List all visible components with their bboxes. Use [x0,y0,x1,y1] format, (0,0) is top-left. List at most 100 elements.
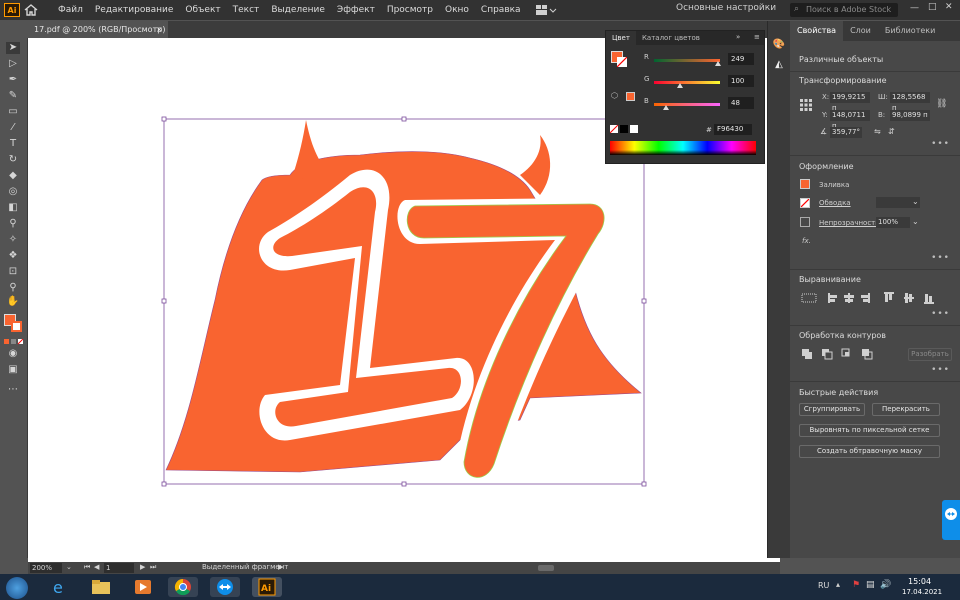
first-artboard-icon[interactable]: ⏮ [84,563,90,572]
slider-red[interactable]: R 249 [644,53,754,67]
start-button-icon[interactable] [6,577,28,599]
pathfinder-buttons[interactable] [800,347,880,361]
collapse-panel-icon[interactable]: » [736,33,740,41]
free-transform-tool-icon[interactable]: ◧ [6,202,20,214]
prev-artboard-icon[interactable]: ◀ [94,563,99,571]
menu-view[interactable]: Просмотр [381,5,439,15]
track-r[interactable] [654,59,720,62]
brush-tool-icon[interactable]: ⁄ [6,122,20,134]
color-panel-icon[interactable]: 🎨 [771,39,787,53]
chrome-icon[interactable] [168,577,198,597]
warp-tool-icon[interactable]: ◎ [6,186,20,198]
artboard-field[interactable]: 1 [104,563,134,573]
eraser-tool-icon[interactable]: ◆ [6,170,20,182]
menu-file[interactable]: Файл [52,5,89,15]
constrain-proportions-icon[interactable]: ⛓ [936,99,947,109]
color-guide-icon[interactable]: ◭ [771,59,787,73]
thumb-g[interactable] [676,83,683,88]
group-button[interactable]: Сгруппировать [799,403,865,416]
align-more-icon[interactable]: ••• [931,309,950,319]
stock-search-input[interactable]: Поиск в Adobe Stock [790,3,898,17]
opacity-field[interactable]: 100% [876,217,910,228]
menu-edit[interactable]: Редактирование [89,5,180,15]
slider-blue[interactable]: B 48 [644,97,754,111]
panel-stroke-swatch[interactable] [616,56,628,68]
selection-tool-icon[interactable]: ➤ [6,42,20,54]
hex-input[interactable]: F96430 [714,124,752,135]
tab-color[interactable]: Цвет [606,31,636,45]
menu-help[interactable]: Справка [475,5,527,15]
home-icon[interactable] [24,4,38,16]
panel-menu-icon[interactable]: ≡ [754,33,760,41]
horizontal-scrollbar-thumb[interactable] [538,565,554,571]
out-of-gamut-icon[interactable]: ⬡ [611,91,621,101]
reference-point-icon[interactable] [800,99,812,111]
stroke-swatch[interactable] [11,321,22,332]
status-arrow-icon[interactable]: ▶ [278,563,283,571]
media-player-icon[interactable] [128,577,158,597]
stroke-label[interactable]: Обводка [819,199,851,207]
recolor-button[interactable]: Перекрасить [872,403,940,416]
language-indicator[interactable]: RU [818,581,829,590]
document-tab[interactable]: 17.pdf @ 200% (RGB/Просмотр) × [28,21,168,38]
tab-layers[interactable]: Слои [843,21,878,41]
artboard-tool-icon[interactable]: ⊡ [6,266,20,278]
angle-field[interactable]: 359,77° [830,127,862,138]
menu-effect[interactable]: Эффект [331,5,381,15]
w-field[interactable]: 128,5568 п [890,92,930,112]
illustrator-taskbar-icon[interactable]: Ai [252,577,282,597]
workspace-switcher[interactable]: Основные настройки [676,3,776,13]
network-icon[interactable]: ▤ [866,580,875,590]
none-black-white-swatches[interactable] [609,124,640,134]
tab-libraries[interactable]: Библиотеки [878,21,942,41]
volume-icon[interactable]: 🔊 [880,580,891,590]
x-field[interactable]: 199,9215 п [830,92,870,112]
eyedropper-tool-icon[interactable]: ⚲ [6,218,20,230]
blend-tool-icon[interactable]: ✧ [6,234,20,246]
align-pixel-grid-button[interactable]: Выровнять по пиксельной сетке [799,424,940,437]
transform-more-icon[interactable]: ••• [931,139,950,149]
value-b[interactable]: 48 [728,97,754,109]
menu-window[interactable]: Окно [439,5,475,15]
tab-properties[interactable]: Свойства [790,21,844,41]
expand-button[interactable]: Разобрать [908,348,952,361]
align-buttons[interactable] [800,291,950,305]
pathfinder-more-icon[interactable]: ••• [931,365,950,375]
symbol-sprayer-tool-icon[interactable]: ❖ [6,250,20,262]
appearance-more-icon[interactable]: ••• [931,253,950,263]
color-spectrum[interactable] [610,141,756,155]
clipping-mask-button[interactable]: Создать обтравочную маску [799,445,940,458]
rectangle-tool-icon[interactable]: ▭ [6,106,20,118]
draw-mode-icon[interactable]: ◉ [6,348,20,360]
arrange-documents-icon[interactable] [535,4,557,16]
zoom-field[interactable]: 200% [30,563,62,573]
opacity-label[interactable]: Непрозрачность [819,219,879,227]
thumb-b[interactable] [663,105,670,110]
close-window-icon[interactable]: ✕ [945,2,953,12]
teamviewer-icon[interactable] [210,577,240,597]
zoom-tool-icon[interactable]: ⚲ [6,282,20,294]
color-mode-icons[interactable] [4,338,24,345]
file-explorer-icon[interactable] [86,577,116,597]
close-tab-icon[interactable]: × [156,21,163,38]
opacity-dropdown-icon[interactable]: ⌄ [912,217,919,226]
menu-type[interactable]: Текст [227,5,266,15]
pen-tool-icon[interactable]: ✒ [6,74,20,86]
rotate-tool-icon[interactable]: ↻ [6,154,20,166]
flip-vertical-icon[interactable]: ⇵ [888,127,895,136]
zoom-dropdown-icon[interactable]: ⌄ [66,563,72,571]
tray-expand-icon[interactable]: ▴ [836,580,840,589]
direct-selection-tool-icon[interactable]: ▷ [6,58,20,70]
last-artboard-icon[interactable]: ⏭ [150,563,156,572]
tray-flag-icon[interactable]: ⚑ [852,580,860,590]
value-r[interactable]: 249 [728,53,754,65]
tab-color-guide[interactable]: Каталог цветов [636,31,706,45]
internet-explorer-icon[interactable]: e [44,577,74,597]
teamviewer-side-tab[interactable] [942,500,960,540]
clock-time[interactable]: 15:04 [908,577,931,586]
fx-button[interactable]: fx. [802,237,811,245]
menu-select[interactable]: Выделение [265,5,331,15]
menu-object[interactable]: Объект [179,5,226,15]
curvature-tool-icon[interactable]: ✎ [6,90,20,102]
value-g[interactable]: 100 [728,75,754,87]
